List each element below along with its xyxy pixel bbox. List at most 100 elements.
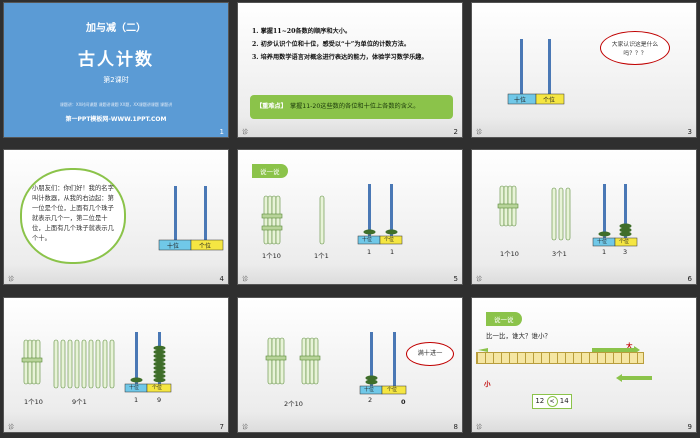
- small-label: 小: [484, 380, 491, 388]
- slide-thumbnail-5[interactable]: 说一说 十位 个位 1个10 1个1 1 1 诊 5: [237, 149, 463, 285]
- sticks-and-abacus: [497, 184, 638, 247]
- slide-thumbnail-2[interactable]: 1. 掌握11~20各数的顺序和大小。 2. 初步认识个位和十位，感受以“十”为…: [237, 2, 463, 138]
- count-label: 1个1: [314, 252, 329, 260]
- question-bubble: 大家认识这是什么吗？？？: [600, 31, 670, 65]
- count-label: 1个10: [262, 252, 281, 260]
- slide-number: 6: [687, 275, 692, 283]
- tens-label: 十位: [514, 97, 527, 104]
- slide-footer: 诊: [242, 276, 249, 283]
- slide-thumbnail-8[interactable]: 十位 个位 满十进一 2个10 2 0 诊 8: [237, 297, 463, 433]
- single-sticks: [53, 339, 115, 389]
- goal-item: 2. 初步认识个位和十位，感受以“十”为单位的计数方法。: [252, 41, 411, 48]
- ones-label: 个位: [619, 239, 630, 245]
- slide-thumbnail-4[interactable]: 小朋友们：你们好！我的名字叫计数器，从我的右边起：第一位是个位，上面有几个珠子就…: [3, 149, 229, 285]
- count-label: 2个10: [284, 400, 303, 408]
- digit-value: 3: [623, 248, 628, 256]
- comparison-operator: <: [546, 396, 558, 407]
- ones-rod: [204, 186, 207, 240]
- bead: [130, 377, 143, 383]
- bead: [365, 375, 378, 381]
- tens-rod: [368, 184, 371, 236]
- digit-value: 1: [367, 248, 372, 256]
- stick-bundle-10: [21, 339, 43, 385]
- ones-rod: [390, 184, 393, 236]
- carry-rule-bubble: 满十进一: [406, 342, 454, 366]
- bead: [619, 223, 632, 229]
- slide-footer: 诊: [242, 129, 249, 136]
- count-label: 1个10: [24, 398, 43, 406]
- tens-rod: [174, 186, 177, 240]
- tens-label: 十位: [167, 243, 180, 250]
- lesson-unit: 加与减（二）: [86, 23, 146, 34]
- focus-banner: 【重难点】 掌握11-20这些数的各位和十位上各数的含义。: [250, 95, 453, 119]
- count-label: 3个1: [552, 250, 567, 258]
- goal-item: 1. 掌握11~20各数的顺序和大小。: [252, 28, 352, 35]
- single-stick: [319, 195, 325, 245]
- digit-value: 1: [390, 248, 395, 256]
- ones-label: 个位: [384, 237, 395, 243]
- slide-number: 4: [219, 275, 224, 283]
- goal-item: 3. 培养用数学语言对概念进行表达的能力，体验学习数学乐趣。: [252, 54, 428, 61]
- left-number: 12: [535, 397, 545, 405]
- slide-number: 8: [453, 423, 458, 431]
- stick-bundle-10: [299, 337, 321, 385]
- abacus-illustration: [158, 186, 224, 251]
- slide-footer: 诊: [8, 424, 15, 431]
- slide-thumbnail-6[interactable]: 十位 个位 1个10 3个1 1 3 诊 6: [471, 149, 697, 285]
- single-sticks: [551, 187, 571, 241]
- digit-value: 2: [368, 396, 373, 404]
- bead: [385, 229, 398, 235]
- slide-footer: 诊: [8, 276, 15, 283]
- ones-beads: [153, 345, 166, 383]
- ones-label: 个位: [387, 387, 398, 393]
- ones-label: 个位: [543, 97, 556, 104]
- sticks-and-abacus: [21, 332, 172, 393]
- right-number: 14: [559, 397, 569, 405]
- digit-value: 1: [134, 396, 139, 404]
- slide-thumbnail-9[interactable]: 说一说 比一比，谁大？谁小？ 大 小 12 < 14 诊 9: [471, 297, 697, 433]
- stick-bundle-10: [261, 195, 283, 245]
- stick-bundle-10: [497, 185, 519, 227]
- ones-label: 个位: [152, 385, 163, 391]
- tens-label: 十位: [129, 385, 140, 391]
- abacus-illustration: [507, 39, 565, 105]
- digit-value: 1: [602, 248, 607, 256]
- slide-number: 1: [219, 128, 224, 136]
- count-label: 9个1: [72, 398, 87, 406]
- stick-bundle-10: [265, 337, 287, 385]
- tens-label: 十位: [364, 387, 375, 393]
- lesson-title: 古人计数: [78, 50, 154, 70]
- comparison-box: 12 < 14: [532, 394, 572, 409]
- slide-number: 9: [687, 423, 692, 431]
- slide-thumbnail-7[interactable]: 十位 个位 1个10 9个1 1 9 诊 7: [3, 297, 229, 433]
- ones-rod: [548, 39, 551, 94]
- slide-number: 7: [219, 423, 224, 431]
- slide-footer: 诊: [476, 424, 483, 431]
- digit-value: 0: [401, 398, 406, 406]
- tens-rod: [135, 332, 138, 384]
- lesson-note: 课题讲：XX时间课题 课题讲课题 XX题，XX课题讲课题 课题讲: [59, 102, 173, 107]
- lesson-period: 第2课时: [103, 76, 129, 84]
- bead: [363, 229, 376, 235]
- focus-label: 【重难点】: [256, 103, 287, 110]
- slide-footer: 诊: [476, 129, 483, 136]
- slide-footer: 诊: [242, 424, 249, 431]
- number-ruler: [476, 352, 644, 364]
- tens-label: 十位: [597, 239, 608, 245]
- bead: [598, 231, 611, 237]
- count-label: 1个10: [500, 250, 519, 258]
- slide-thumbnail-1[interactable]: 加与减（二） 古人计数 第2课时 课题讲：XX时间课题 课题讲课题 XX题，XX…: [3, 2, 229, 138]
- tens-label: 十位: [362, 237, 373, 243]
- sticks-and-abacus: [261, 184, 403, 245]
- slide-number: 5: [453, 275, 458, 283]
- learning-goals: 1. 掌握11~20各数的顺序和大小。 2. 初步认识个位和十位，感受以“十”为…: [252, 25, 457, 64]
- arrow-left-icon: [616, 374, 652, 382]
- slide-thumbnail-3[interactable]: 十位 个位 大家认识这是什么吗？？？ 诊 3: [471, 2, 697, 138]
- slide-number: 3: [687, 128, 692, 136]
- slide-footer: 诊: [476, 276, 483, 283]
- slide-number: 2: [453, 128, 458, 136]
- ones-rod: [393, 332, 396, 386]
- ones-label: 个位: [199, 243, 212, 250]
- site-watermark: 第一PPT模板网-WWW.1PPT.COM: [65, 116, 167, 123]
- digit-value: 9: [157, 396, 162, 404]
